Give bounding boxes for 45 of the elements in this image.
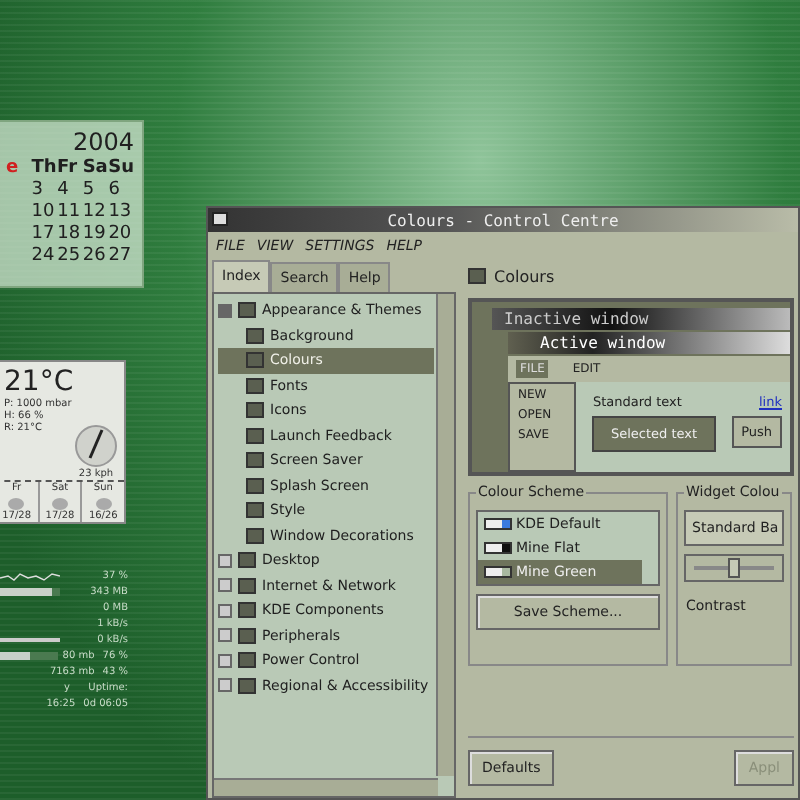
inactive-titlebar: Inactive window <box>492 308 790 330</box>
colour-slider[interactable] <box>684 554 784 582</box>
calendar-day[interactable]: 5 <box>82 180 109 200</box>
calendar-day[interactable]: 26 <box>82 246 109 266</box>
weekday-label: Fr <box>57 158 80 178</box>
weekday-label: Sa <box>82 158 109 178</box>
wind-compass-icon <box>74 424 118 468</box>
calendar-day[interactable]: 20 <box>108 224 134 244</box>
calendar-day[interactable]: 19 <box>82 224 109 244</box>
calendar-day[interactable]: 13 <box>108 202 134 222</box>
module-title: Colours <box>494 267 555 285</box>
weekday-label: Su <box>108 158 134 178</box>
window-menu-button[interactable] <box>212 212 228 226</box>
calendar-day[interactable]: 18 <box>57 224 83 244</box>
calendar-day[interactable]: 6 <box>108 180 134 200</box>
usage-bar <box>0 587 60 595</box>
colours-icon <box>468 268 486 284</box>
active-titlebar: Active window <box>508 332 790 354</box>
calendar-day[interactable]: 25 <box>57 246 83 266</box>
calendar-day[interactable]: 17 <box>31 224 58 244</box>
traffic-line <box>0 635 60 643</box>
cloud-icon <box>49 494 70 510</box>
calendar-day[interactable]: 4 <box>57 180 83 200</box>
calendar-day[interactable]: 24 <box>31 246 58 266</box>
calendar-day[interactable]: 12 <box>82 202 109 222</box>
horizontal-scrollbar[interactable] <box>214 778 438 796</box>
weekday-label: e <box>6 158 21 178</box>
usage-bar <box>0 651 59 659</box>
temperature: 21°C <box>4 366 74 398</box>
expander-icon[interactable] <box>218 303 232 318</box>
calendar-year: 2004 <box>72 128 134 156</box>
calendar-day[interactable]: 3 <box>31 180 58 200</box>
load-graph <box>0 569 60 581</box>
cloud-icon <box>6 494 27 510</box>
slider-thumb[interactable] <box>728 558 740 578</box>
scheme-swatch <box>484 566 512 578</box>
scheme-swatch <box>484 542 512 554</box>
vertical-scrollbar[interactable] <box>436 294 454 776</box>
scheme-swatch <box>484 518 512 530</box>
calendar-day[interactable]: 27 <box>108 246 134 266</box>
weekday-label: Th <box>31 158 58 178</box>
calendar-day[interactable]: 10 <box>31 202 58 222</box>
window-title: Colours - Control Centre <box>387 211 619 229</box>
calendar-day[interactable]: 11 <box>57 202 83 222</box>
cloud-icon <box>93 494 114 510</box>
